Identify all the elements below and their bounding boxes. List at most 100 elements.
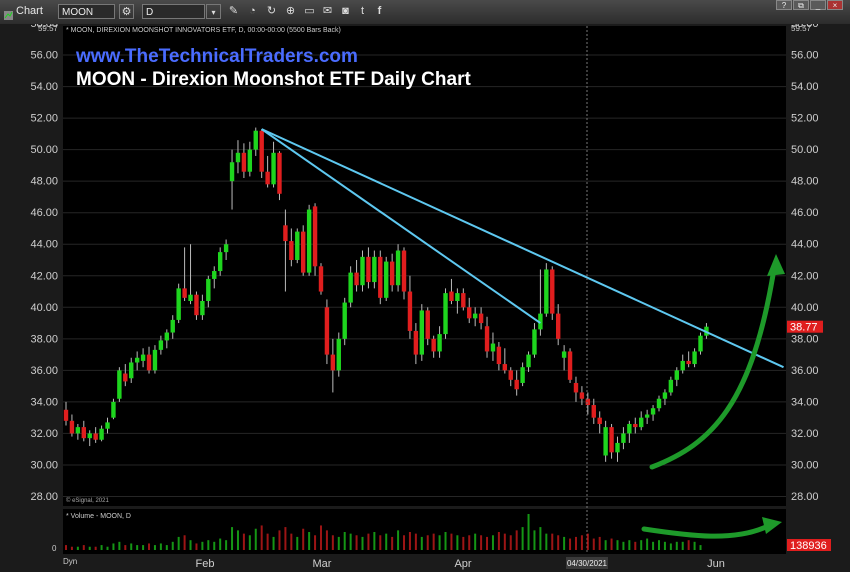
candle-up: [532, 329, 537, 355]
volume-bar: [225, 540, 228, 550]
candle-down: [514, 379, 519, 390]
volume-bar: [527, 514, 530, 550]
candle-up: [520, 367, 525, 383]
facebook-icon[interactable]: f: [372, 4, 387, 19]
volume-bar: [325, 530, 328, 550]
folder-icon[interactable]: ▭: [302, 4, 317, 19]
mail-icon[interactable]: ✉: [320, 4, 335, 19]
candle-down: [265, 171, 270, 185]
price-chart[interactable]: 58.00 58.0056.00 56.0054.00 54.0052.00 52.00…: [0, 24, 850, 572]
interval-select[interactable]: D: [142, 4, 205, 19]
volume-bar: [539, 527, 542, 550]
twitter-icon[interactable]: t: [355, 4, 370, 19]
candle-down: [182, 288, 187, 298]
candle-up: [164, 332, 170, 341]
y-tick-label-right: 30.00: [791, 459, 819, 471]
volume-bar: [349, 533, 352, 550]
volume-bar: [343, 532, 346, 550]
candle-down: [69, 420, 75, 434]
volume-bar: [296, 536, 299, 550]
volume-bar: [94, 546, 97, 550]
gear-icon[interactable]: ⚙: [119, 4, 134, 19]
candle-down: [401, 250, 407, 292]
y-tick-label-left: 52.00: [30, 113, 58, 125]
volume-bar: [403, 535, 406, 550]
volume-bar: [177, 536, 180, 550]
volume-bar: [148, 543, 151, 550]
chevron-down-icon[interactable]: ▾: [206, 4, 221, 19]
y-tick-label-left: 46.00: [30, 207, 58, 219]
candle-up: [99, 428, 104, 440]
candle-up: [384, 261, 389, 298]
candle-up: [158, 340, 164, 350]
candle-down: [277, 152, 282, 194]
candle-up: [170, 319, 175, 333]
volume-bar: [616, 540, 619, 550]
y-tick-label-left: 28.00: [30, 491, 58, 503]
volume-zero-label: 0: [52, 544, 57, 553]
candle-up: [544, 269, 549, 314]
candle-up: [680, 360, 685, 371]
zoom-icon[interactable]: ⊕: [283, 4, 298, 19]
candle-up: [674, 370, 679, 380]
volume-bar: [70, 546, 73, 550]
volume-bar: [569, 538, 572, 550]
candle-down: [123, 373, 128, 382]
candle-down: [81, 427, 86, 439]
volume-bar: [414, 533, 417, 550]
pencil-icon[interactable]: ✎: [226, 4, 241, 19]
candle-up: [336, 338, 341, 371]
candle-down: [609, 427, 614, 453]
dyn-button[interactable]: Dyn: [63, 557, 77, 566]
candle-up: [117, 370, 122, 399]
candle-down: [567, 351, 573, 380]
volume-bar: [497, 532, 500, 550]
candle-down: [330, 354, 336, 371]
camera-icon[interactable]: ◙: [338, 4, 353, 19]
candle-down: [467, 307, 472, 319]
y-tick-label-right: 44.00: [791, 239, 819, 251]
candle-up: [526, 354, 531, 368]
candle-down: [461, 293, 466, 308]
volume-bar: [509, 535, 512, 550]
candle-up: [662, 392, 668, 399]
candle-up: [105, 422, 110, 429]
volume-label: * Volume - MOON, D: [66, 513, 131, 520]
volume-bar: [355, 535, 358, 550]
y-tick-label-left: 54.00: [30, 81, 58, 93]
x-tick-label: Jun: [707, 558, 725, 570]
candle-up: [188, 294, 193, 301]
candle-down: [301, 231, 306, 273]
y-tick-label-right: 40.00: [791, 302, 819, 314]
symbol-input[interactable]: MOON: [58, 4, 115, 19]
help-icon[interactable]: ?: [776, 0, 792, 10]
candle-down: [502, 364, 508, 371]
volume-bar: [153, 545, 156, 550]
y-tick-label-right: 32.00: [791, 428, 819, 440]
speedometer-icon[interactable]: ◔: [245, 4, 260, 19]
volume-bar: [367, 533, 370, 550]
candle-up: [627, 423, 632, 434]
close-icon[interactable]: ×: [827, 0, 843, 10]
candle-down: [484, 326, 490, 352]
volume-bar: [681, 541, 684, 550]
top-value-label-left: 59.57: [38, 24, 59, 33]
volume-bar: [646, 538, 649, 550]
volume-bar: [136, 545, 139, 550]
refresh-icon[interactable]: ↻: [264, 4, 279, 19]
minimize-icon[interactable]: _: [810, 0, 826, 10]
volume-bar: [284, 527, 287, 550]
candle-down: [425, 310, 430, 339]
candle-down: [555, 313, 561, 339]
candle-up: [372, 256, 377, 283]
candle-down: [146, 354, 152, 371]
candle-down: [259, 130, 264, 172]
candle-up: [306, 209, 312, 273]
candle-up: [235, 152, 241, 163]
candle-up: [140, 354, 146, 361]
link-icon[interactable]: ⧉: [793, 0, 809, 10]
volume-bar: [592, 538, 595, 550]
top-value-label-right: 59.57: [791, 24, 812, 33]
volume-bar: [563, 536, 566, 550]
candle-down: [633, 423, 638, 428]
